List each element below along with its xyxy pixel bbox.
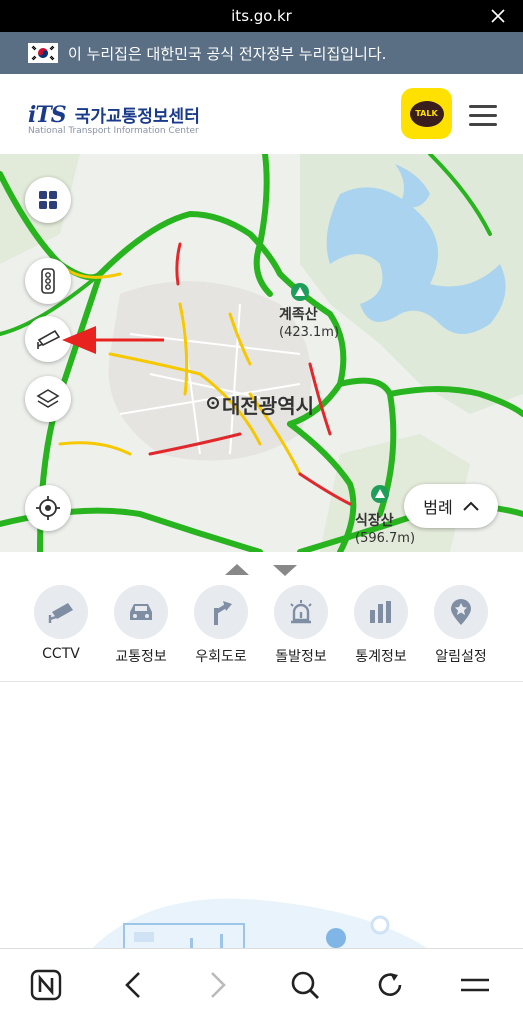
service-menu: CCTV 교통정보 우회도로 돌발정보 통계정보 알림설정 xyxy=(0,585,523,680)
peak1-name: 계족산 xyxy=(279,307,318,323)
peak-marker-icon xyxy=(291,283,309,301)
cctv-camera-icon xyxy=(37,329,61,349)
section-divider xyxy=(0,681,523,682)
peak2-name: 식장산 xyxy=(355,513,394,529)
traffic-light-icon xyxy=(41,268,55,294)
logo-mark: iTS xyxy=(28,102,67,128)
browser-url-bar[interactable]: its.go.kr xyxy=(0,0,523,32)
alert-siren-icon xyxy=(274,585,328,639)
kakaotalk-label: TALK xyxy=(415,109,438,118)
menu-item-traffic-info[interactable]: 교통정보 xyxy=(101,585,181,666)
city-label: 대전광역시 xyxy=(222,394,314,418)
menu-item-label: 우회도로 xyxy=(195,649,247,665)
grid-menu-button[interactable] xyxy=(25,177,71,223)
chevron-up-icon xyxy=(463,501,479,511)
grid-icon xyxy=(39,191,57,209)
panel-expand-up-icon xyxy=(225,564,249,575)
naver-n-icon xyxy=(30,969,62,1001)
site-header: iTS 국가교통정보센터 National Transport Informat… xyxy=(0,74,523,154)
naver-home-button[interactable] xyxy=(28,967,64,1003)
cctv-icon xyxy=(34,585,88,639)
kakaotalk-icon: TALK xyxy=(409,100,444,127)
back-button[interactable] xyxy=(115,967,151,1003)
browser-toolbar xyxy=(0,948,523,1024)
peak1-height: (423.1m) xyxy=(279,325,340,340)
gov-banner: 이 누리집은 대한민국 공식 전자정부 누리집입니다. xyxy=(0,32,523,74)
menu-item-alert-settings[interactable]: 알림설정 xyxy=(421,585,501,666)
layers-button[interactable] xyxy=(25,376,71,422)
forward-button[interactable] xyxy=(200,967,236,1003)
menu-lines-icon xyxy=(461,978,489,992)
bar-chart-icon xyxy=(354,585,408,639)
menu-item-label: 교통정보 xyxy=(115,649,167,665)
red-arrow-annotation xyxy=(62,326,164,354)
menu-hamburger-icon[interactable] xyxy=(469,105,497,126)
search-icon xyxy=(291,971,319,999)
traffic-light-button[interactable] xyxy=(25,258,71,304)
menu-item-statistics[interactable]: 통계정보 xyxy=(341,585,421,666)
logo-english-name: National Transport Information Center xyxy=(28,126,199,136)
menu-item-detour[interactable]: 우회도로 xyxy=(181,585,261,666)
panel-collapse-down-icon xyxy=(273,565,297,576)
menu-item-label: CCTV xyxy=(42,646,80,662)
menu-item-cctv[interactable]: CCTV xyxy=(21,585,101,662)
car-icon xyxy=(114,585,168,639)
legend-label: 범례 xyxy=(423,498,453,517)
search-button[interactable] xyxy=(287,967,323,1003)
peak2-height: (596.7m) xyxy=(355,531,416,546)
close-icon[interactable] xyxy=(489,7,507,25)
menu-item-label: 돌발정보 xyxy=(275,649,327,665)
refresh-button[interactable] xyxy=(372,967,408,1003)
decorative-illustration xyxy=(90,898,430,950)
peak-label-gyejok: 계족산 (423.1m) xyxy=(279,304,339,340)
crosshair-icon xyxy=(36,496,60,520)
notification-pin-icon xyxy=(434,585,488,639)
kakaotalk-button[interactable]: TALK xyxy=(401,88,452,139)
panel-toggle[interactable] xyxy=(223,562,303,581)
legend-button[interactable]: 범례 xyxy=(404,484,498,528)
menu-item-label: 통계정보 xyxy=(355,649,407,665)
korean-flag-icon xyxy=(28,43,58,63)
menu-item-incident[interactable]: 돌발정보 xyxy=(261,585,341,666)
gov-banner-text: 이 누리집은 대한민국 공식 전자정부 누리집입니다. xyxy=(68,44,387,63)
its-logo[interactable]: iTS 국가교통정보센터 National Transport Informat… xyxy=(28,102,200,136)
browser-menu-button[interactable] xyxy=(457,967,493,1003)
layers-icon xyxy=(36,389,60,408)
detour-icon xyxy=(194,585,248,639)
chevron-right-icon xyxy=(211,972,226,998)
menu-item-label: 알림설정 xyxy=(435,649,487,665)
refresh-icon xyxy=(378,973,402,996)
logo-korean-name: 국가교통정보센터 xyxy=(74,107,200,127)
my-location-button[interactable] xyxy=(25,485,71,531)
url-text: its.go.kr xyxy=(231,7,292,25)
chevron-left-icon xyxy=(125,972,140,998)
